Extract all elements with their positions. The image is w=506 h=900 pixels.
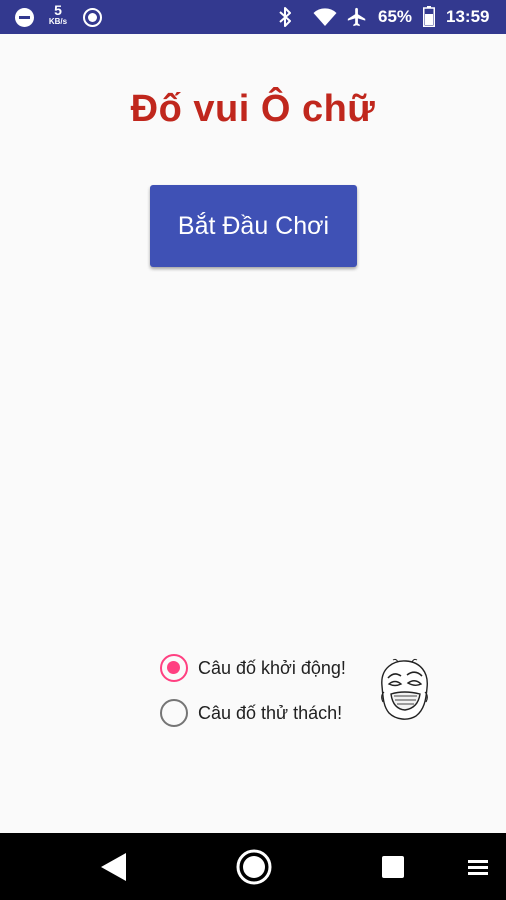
menu-icon[interactable] [466, 857, 490, 877]
bluetooth-icon [279, 7, 291, 27]
mode-option-challenge[interactable]: Câu đố thử thách! [160, 698, 342, 728]
do-not-disturb-icon [15, 8, 34, 27]
mode-option-label: Câu đố khởi động! [198, 657, 346, 678]
mode-option-label: Câu đố thử thách! [198, 702, 343, 723]
wifi-icon [313, 8, 337, 27]
airplane-mode-icon [347, 7, 366, 27]
radio-button-checked[interactable] [160, 654, 188, 682]
start-game-button[interactable]: Bắt Đầu Chơi [150, 185, 357, 267]
network-speed-value: 5 [54, 2, 62, 18]
network-speed: 5 KB/s [45, 3, 71, 26]
status-clock: 13:59 [446, 7, 490, 26]
navigation-bar [0, 833, 506, 900]
recents-icon[interactable] [381, 855, 405, 879]
radio-button-unchecked[interactable] [160, 699, 188, 727]
sync-icon [83, 8, 102, 27]
laughing-face-icon [381, 658, 428, 720]
screen: 5 KB/s 65% 13:59 Đố vui Ô chữ Bắt Đầu Ch… [0, 0, 506, 900]
battery-icon [423, 6, 435, 27]
app-title: Đố vui Ô chữ [130, 88, 376, 130]
mode-option-warmup[interactable]: Câu đố khởi động! [160, 653, 346, 683]
battery-percent: 65% [378, 7, 413, 26]
home-icon[interactable] [235, 848, 273, 886]
network-speed-unit: KB/s [48, 17, 68, 26]
status-bar: 5 KB/s 65% 13:59 [0, 0, 506, 34]
back-icon[interactable] [98, 851, 128, 883]
